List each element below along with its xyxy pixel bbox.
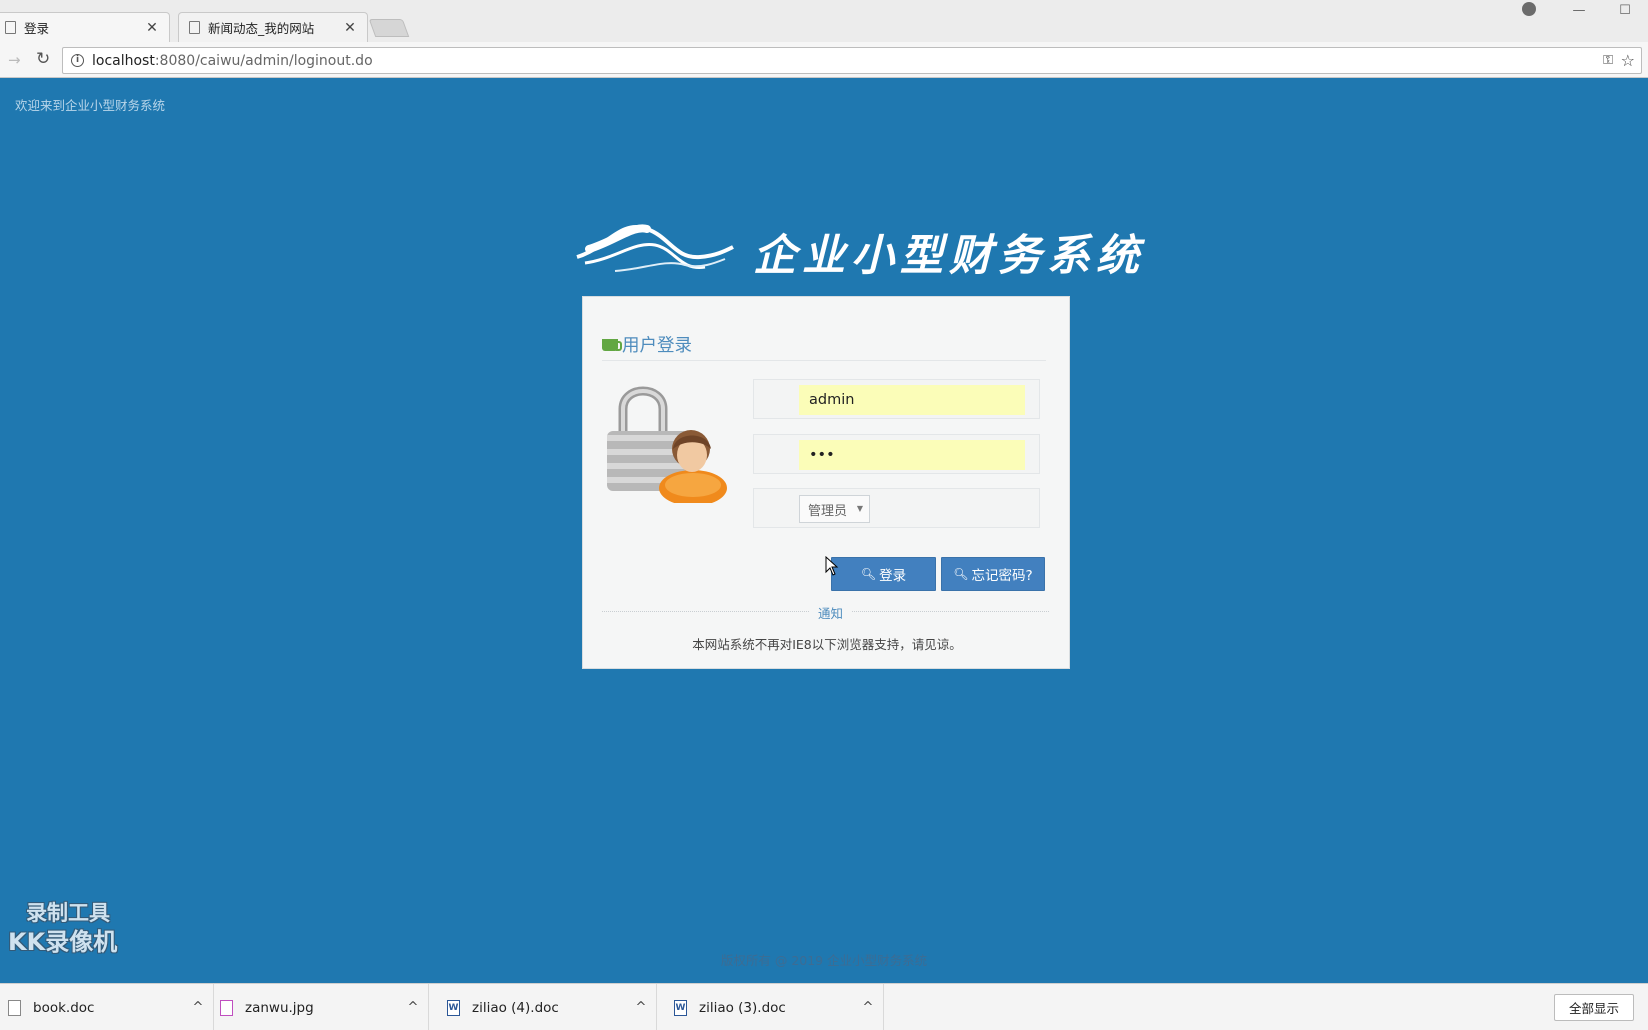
login-button-label: 登录	[879, 568, 907, 584]
notice-label: 通知	[810, 603, 852, 622]
recorder-watermark: 录制工具 KK录像机	[8, 899, 117, 957]
logo-wave-icon	[576, 224, 734, 272]
show-all-button[interactable]: 全部显示	[1554, 994, 1634, 1021]
tab-news[interactable]: 新闻动态_我的网站 ✕	[178, 12, 368, 42]
cup-icon	[602, 338, 622, 351]
tab-title: 新闻动态_我的网站	[208, 21, 315, 36]
maximize-button[interactable]: ☐	[1602, 3, 1648, 18]
login-header: 用户登录	[602, 329, 1046, 361]
download-item[interactable]: zanwu.jpg ^	[204, 984, 429, 1030]
login-panel: 用户登录 管理员 ▼ 🔍	[582, 296, 1070, 669]
window-controls: — ☐	[1556, 0, 1648, 20]
welcome-text: 欢迎来到企业小型财务系统	[15, 98, 166, 113]
password-input[interactable]	[799, 440, 1025, 470]
url-input[interactable]: i localhost:8080/caiwu/admin/loginout.do…	[62, 47, 1642, 74]
forget-password-button[interactable]: 🔍︎ 忘记密码?	[941, 557, 1045, 591]
page-content: 欢迎来到企业小型财务系统 企业小型财务系统 用户登录 admin ••• 管理员…	[0, 79, 1648, 983]
profile-icon[interactable]	[1522, 2, 1536, 16]
browser-tab-bar: 登录 ✕ 新闻动态_我的网站 ✕ — ☐	[0, 0, 1648, 42]
username-input[interactable]	[799, 385, 1025, 415]
minimize-button[interactable]: —	[1556, 3, 1602, 18]
word-doc-icon	[674, 999, 687, 1016]
star-icon[interactable]: ☆	[1621, 51, 1635, 70]
forward-icon[interactable]: →	[8, 51, 21, 69]
download-bar: book.doc ^ zanwu.jpg ^ ziliao (4).doc ^ …	[0, 983, 1648, 1030]
chevron-up-icon[interactable]: ^	[398, 1000, 428, 1015]
password-row	[753, 434, 1040, 474]
page-icon	[189, 21, 200, 34]
image-icon	[220, 999, 233, 1016]
info-icon[interactable]: i	[71, 54, 84, 67]
chevron-up-icon[interactable]: ^	[853, 1000, 883, 1015]
word-doc-icon	[447, 999, 460, 1016]
key-icon: 🔍︎	[953, 567, 969, 581]
close-icon[interactable]: ✕	[145, 20, 159, 36]
forget-button-label: 忘记密码?	[971, 568, 1033, 584]
notice-text: 本网站系统不再对IE8以下浏览器支持，请见谅。	[692, 637, 962, 652]
download-item[interactable]: book.doc ^	[0, 984, 214, 1030]
document-icon	[8, 999, 21, 1016]
download-item[interactable]: ziliao (3).doc ^	[658, 984, 884, 1030]
url-path: :8080/caiwu/admin/loginout.do	[154, 52, 373, 69]
role-value: 管理员	[808, 503, 848, 519]
caret-down-icon: ▼	[856, 504, 863, 513]
role-select[interactable]: 管理员 ▼	[799, 495, 870, 523]
chevron-up-icon[interactable]: ^	[626, 1000, 656, 1015]
download-filename: zanwu.jpg	[245, 999, 314, 1016]
mouse-cursor-icon	[825, 556, 839, 576]
watermark-line1: 录制工具	[26, 901, 110, 925]
download-filename: ziliao (4).doc	[472, 999, 559, 1016]
close-icon[interactable]: ✕	[343, 20, 357, 36]
logo-title: 企业小型财务系统	[753, 231, 1145, 281]
lock-user-icon	[607, 386, 727, 503]
tab-login[interactable]: 登录 ✕	[0, 12, 170, 42]
address-bar: → ↻ i localhost:8080/caiwu/admin/loginou…	[0, 42, 1648, 78]
page-icon	[5, 21, 16, 34]
new-tab-button[interactable]	[368, 19, 410, 37]
key-icon: 🔍︎	[860, 567, 877, 581]
role-row: 管理员 ▼	[753, 488, 1040, 528]
reload-icon[interactable]: ↻	[36, 49, 50, 69]
url-host: localhost	[92, 52, 155, 69]
download-filename: ziliao (3).doc	[699, 999, 786, 1016]
key-icon[interactable]: ⚿	[1603, 53, 1613, 68]
download-item[interactable]: ziliao (4).doc ^	[431, 984, 657, 1030]
login-button[interactable]: 🔍︎ 登录	[831, 557, 936, 591]
download-filename: book.doc	[33, 999, 95, 1016]
tab-title: 登录	[24, 21, 50, 36]
username-row	[753, 379, 1040, 419]
copyright-text: 版权所有 @ 2019 企业小型财务系统	[720, 953, 928, 968]
login-title: 用户登录	[622, 336, 692, 356]
